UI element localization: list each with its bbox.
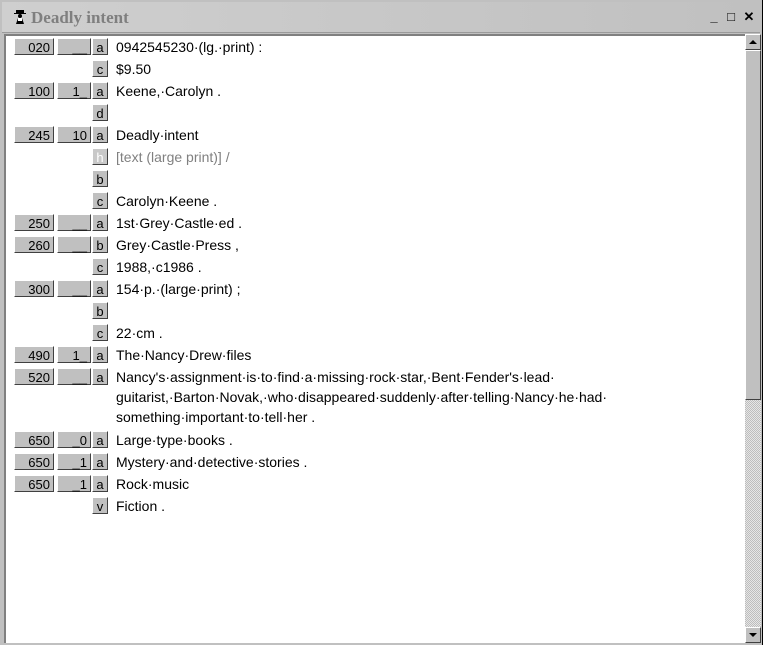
subfield-code[interactable]: a bbox=[92, 280, 108, 297]
subfield-value[interactable]: Nancy's·assignment·is·to·find·a·missing·… bbox=[116, 367, 738, 427]
subfield-code[interactable]: c bbox=[92, 192, 108, 209]
subfield-row: c 1988,·c1986 . bbox=[6, 256, 745, 278]
field-indicators[interactable]: __ bbox=[57, 368, 91, 385]
subfield-row: 650 _0 a Large·type·books . bbox=[6, 429, 745, 451]
field-indicators[interactable]: __ bbox=[57, 38, 91, 55]
cowboy-figure-icon bbox=[12, 9, 28, 25]
subfield-row: c 22·cm . bbox=[6, 322, 745, 344]
field-tag[interactable]: 650 bbox=[14, 453, 54, 470]
subfield-value[interactable]: $9.50 bbox=[116, 59, 738, 79]
field-indicators[interactable]: _1 bbox=[57, 475, 91, 492]
subfield-row: 260 __ b Grey·Castle·Press , bbox=[6, 234, 745, 256]
subfield-code[interactable]: a bbox=[92, 126, 108, 143]
subfield-code[interactable]: a bbox=[92, 38, 108, 55]
subfield-value[interactable]: [text (large print)] / bbox=[116, 147, 738, 167]
subfield-value-line: guitarist,·Barton·Novak,·who·disappeared… bbox=[116, 389, 608, 405]
subfield-value[interactable]: 154·p.·(large·print) ; bbox=[116, 279, 738, 299]
field-tag[interactable]: 100 bbox=[14, 82, 54, 99]
maximize-button[interactable]: □ bbox=[724, 10, 738, 24]
field-indicators[interactable]: __ bbox=[57, 280, 91, 297]
marc-record-editor[interactable]: 020 __ a 0942545230·(lg.·print) : c $9.50 100 1… bbox=[4, 34, 745, 643]
subfield-code[interactable]: c bbox=[92, 60, 108, 77]
field-indicators[interactable]: _0 bbox=[57, 431, 91, 448]
subfield-value-line: Nancy's·assignment·is·to·find·a·missing·… bbox=[116, 369, 555, 385]
subfield-row: 490 1_ a The·Nancy·Drew·files bbox=[6, 344, 745, 366]
field-tag[interactable]: 260 bbox=[14, 236, 54, 253]
subfield-row: b bbox=[6, 168, 745, 190]
window-title: Deadly intent bbox=[31, 8, 129, 27]
subfield-code[interactable]: c bbox=[92, 258, 108, 275]
subfield-value[interactable]: Deadly·intent bbox=[116, 125, 738, 145]
subfield-code[interactable]: a bbox=[92, 346, 108, 363]
field-tag[interactable]: 245 bbox=[14, 126, 54, 143]
field-indicators[interactable]: __ bbox=[57, 236, 91, 253]
subfield-code[interactable]: c bbox=[92, 324, 108, 341]
field-indicators[interactable]: 10 bbox=[57, 126, 91, 143]
subfield-code[interactable]: b bbox=[92, 170, 108, 187]
subfield-code[interactable]: h bbox=[92, 148, 108, 165]
field-tag[interactable]: 520 bbox=[14, 368, 54, 385]
subfield-code[interactable]: a bbox=[92, 368, 108, 385]
vertical-scrollbar[interactable] bbox=[745, 34, 761, 643]
subfield-value-line: something·important·to·tell·her . bbox=[116, 409, 316, 425]
scroll-up-arrow-icon[interactable] bbox=[745, 34, 761, 50]
subfield-row: c $9.50 bbox=[6, 58, 745, 80]
subfield-code[interactable]: d bbox=[92, 104, 108, 121]
subfield-row: v Fiction . bbox=[6, 495, 745, 517]
field-tag[interactable]: 020 bbox=[14, 38, 54, 55]
field-tag[interactable]: 250 bbox=[14, 214, 54, 231]
subfield-value[interactable]: 1988,·c1986 . bbox=[116, 257, 738, 277]
marc-record-window: Deadly intent _ □ ✕ 020 __ a 0942545230·(lg… bbox=[0, 0, 763, 645]
field-indicators[interactable]: 1_ bbox=[57, 346, 91, 363]
scroll-down-arrow-icon[interactable] bbox=[745, 627, 761, 643]
subfield-row: h [text (large print)] / bbox=[6, 146, 745, 168]
subfield-row: 650 _1 a Mystery·and·detective·stories . bbox=[6, 451, 745, 473]
subfield-row: 245 10 a Deadly·intent bbox=[6, 124, 745, 146]
subfield-code[interactable]: a bbox=[92, 82, 108, 99]
subfield-value[interactable]: Fiction . bbox=[116, 496, 738, 516]
subfield-code[interactable]: a bbox=[92, 214, 108, 231]
minimize-button[interactable]: _ bbox=[707, 10, 721, 24]
field-tag[interactable]: 650 bbox=[14, 475, 54, 492]
field-tag[interactable]: 650 bbox=[14, 431, 54, 448]
subfield-value[interactable]: Keene,·Carolyn . bbox=[116, 81, 738, 101]
subfield-row: 250 __ a 1st·Grey·Castle·ed . bbox=[6, 212, 745, 234]
field-tag[interactable]: 300 bbox=[14, 280, 54, 297]
subfield-row: b bbox=[6, 300, 745, 322]
subfield-row: d bbox=[6, 102, 745, 124]
subfield-value[interactable]: 1st·Grey·Castle·ed . bbox=[116, 213, 738, 233]
subfield-code[interactable]: a bbox=[92, 453, 108, 470]
subfield-value[interactable]: The·Nancy·Drew·files bbox=[116, 345, 738, 365]
subfield-row: 520 __ a Nancy's·assignment·is·to·find·a·mi… bbox=[6, 366, 745, 428]
subfield-value[interactable]: Grey·Castle·Press , bbox=[116, 235, 738, 255]
subfield-value[interactable]: 22·cm . bbox=[116, 323, 738, 343]
subfield-code[interactable]: v bbox=[92, 497, 108, 514]
field-indicators[interactable]: 1_ bbox=[57, 82, 91, 99]
subfield-value[interactable]: Rock·music bbox=[116, 474, 738, 494]
title-bar[interactable]: Deadly intent _ □ ✕ bbox=[2, 2, 760, 33]
field-indicators[interactable]: __ bbox=[57, 214, 91, 231]
close-button[interactable]: ✕ bbox=[742, 10, 756, 24]
subfield-row: 650 _1 a Rock·music bbox=[6, 473, 745, 495]
field-tag[interactable]: 490 bbox=[14, 346, 54, 363]
subfield-code[interactable]: b bbox=[92, 236, 108, 253]
field-indicators[interactable]: _1 bbox=[57, 453, 91, 470]
subfield-row: 020 __ a 0942545230·(lg.·print) : bbox=[6, 36, 745, 58]
subfield-code[interactable]: a bbox=[92, 475, 108, 492]
subfield-code[interactable]: b bbox=[92, 302, 108, 319]
subfield-row: 300 __ a 154·p.·(large·print) ; bbox=[6, 278, 745, 300]
subfield-row: 100 1_ a Keene,·Carolyn . bbox=[6, 80, 745, 102]
subfield-row: c Carolyn·Keene . bbox=[6, 190, 745, 212]
subfield-value[interactable]: Carolyn·Keene . bbox=[116, 191, 738, 211]
scroll-thumb[interactable] bbox=[745, 50, 761, 400]
subfield-value[interactable]: 0942545230·(lg.·print) : bbox=[116, 37, 738, 57]
subfield-value[interactable]: Mystery·and·detective·stories . bbox=[116, 452, 738, 472]
subfield-value[interactable]: Large·type·books . bbox=[116, 430, 738, 450]
subfield-code[interactable]: a bbox=[92, 431, 108, 448]
